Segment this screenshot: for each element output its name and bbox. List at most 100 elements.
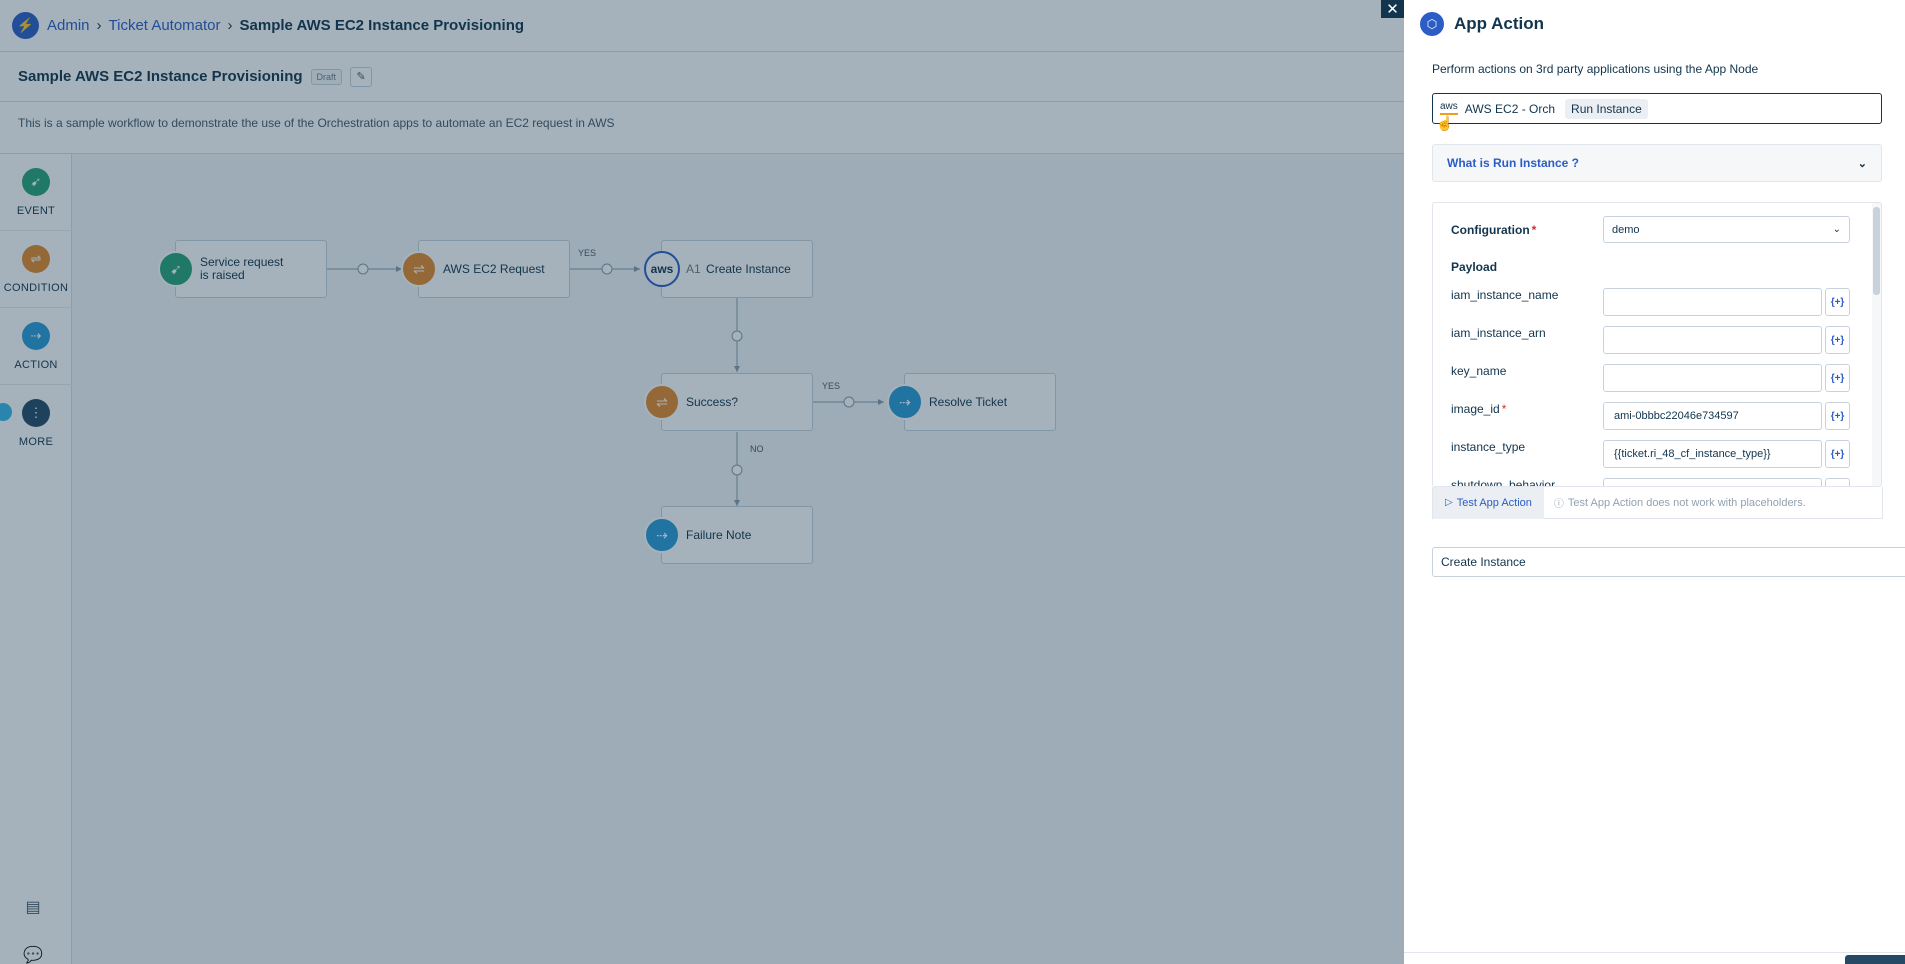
node-palette: ➹ EVENT ⇌ CONDITION ⇢ ACTION ⋮ MORE ▤ 💬: [0, 154, 72, 964]
edge-label-yes: YES: [822, 381, 841, 391]
breadcrumb-admin[interactable]: Admin: [47, 17, 90, 34]
palette-condition[interactable]: ⇌ CONDITION: [0, 231, 72, 308]
insert-placeholder-button[interactable]: {+}: [1825, 478, 1850, 486]
notes-icon[interactable]: ▤: [22, 896, 44, 918]
app-action-panel: ⬡ App Action Perform actions on 3rd part…: [1404, 0, 1905, 964]
node-event[interactable]: ➹ Service request is raised: [158, 240, 327, 298]
palette-action[interactable]: ⇢ ACTION: [0, 308, 72, 385]
field-label: instance_type: [1451, 440, 1526, 454]
scrollbar-thumb[interactable]: [1873, 207, 1880, 295]
panel-header: ⬡ App Action: [1420, 12, 1544, 36]
palette-event[interactable]: ➹ EVENT: [0, 154, 72, 231]
field-label: iam_instance_name: [1451, 288, 1559, 302]
condition-icon: ⇌: [644, 384, 680, 420]
node-aws-ec2-request[interactable]: ⇌ AWS EC2 Request: [401, 240, 570, 298]
panel-subtitle: Perform actions on 3rd party application…: [1432, 62, 1759, 76]
action-icon: ⇢: [22, 322, 50, 350]
what-is-accordion[interactable]: What is Run Instance ? ⌄: [1432, 144, 1882, 182]
play-icon: ▷: [1445, 497, 1453, 508]
breadcrumb-current: Sample AWS EC2 Instance Provisioning: [239, 17, 525, 34]
form-scrollbar[interactable]: [1872, 203, 1881, 486]
image-id-input[interactable]: ami-0bbbc22046e734597: [1603, 402, 1822, 430]
pencil-icon: ✎: [356, 71, 366, 83]
aws-logo-icon: aws: [1440, 102, 1458, 115]
event-icon: ➹: [22, 168, 50, 196]
workflow-description: This is a sample workflow to demonstrate…: [0, 102, 1404, 154]
node-create-instance-text: Create Instance: [706, 261, 791, 276]
action-form-scroll[interactable]: Configuration * demo ⌄ Payload iam_instan…: [1433, 203, 1873, 486]
chat-icon[interactable]: 💬: [22, 944, 44, 964]
condition-icon: ⇌: [401, 251, 437, 287]
status-badge: Draft: [310, 68, 343, 85]
field-label: image_id *: [1451, 402, 1507, 416]
panel-footer: [1404, 952, 1905, 964]
cube-icon: ⬡: [1420, 12, 1444, 36]
insert-placeholder-button[interactable]: {+}: [1825, 440, 1850, 468]
selected-app: AWS EC2 - Orch: [1464, 101, 1556, 116]
palette-more[interactable]: ⋮ MORE: [0, 385, 72, 462]
condition-icon: ⇌: [22, 245, 50, 273]
field-label: iam_instance_arn: [1451, 326, 1546, 340]
hand-cursor-icon: ☝: [1436, 115, 1454, 131]
workflow-canvas[interactable]: YES YES NO ➹ Service request is raised ⇌…: [72, 154, 1404, 964]
test-app-action-button[interactable]: ▷ Test App Action: [1433, 486, 1544, 519]
info-icon: ⓘ: [1553, 499, 1564, 510]
workflow-title: Sample AWS EC2 Instance Provisioning: [18, 68, 303, 85]
insert-placeholder-button[interactable]: {+}: [1825, 288, 1850, 316]
instance-type-input[interactable]: {{ticket.ri_48_cf_instance_type}}: [1603, 440, 1822, 468]
chevron-right-icon: ›: [96, 17, 102, 34]
panel-title: App Action: [1454, 14, 1545, 33]
close-icon: ✕: [1386, 1, 1399, 18]
test-note-text: Test App Action does not work with place…: [1567, 496, 1806, 509]
what-is-label: What is Run Instance ?: [1447, 156, 1580, 170]
node-failure-note[interactable]: ⇢ Failure Note: [644, 506, 813, 564]
node-success-condition[interactable]: ⇌ Success?: [644, 373, 813, 431]
palette-action-label: ACTION: [14, 359, 58, 371]
node-name-input[interactable]: Create Instance: [1432, 547, 1905, 577]
app-logo-icon[interactable]: ⚡: [12, 12, 39, 39]
edit-title-button[interactable]: ✎: [350, 66, 373, 87]
key-name-input[interactable]: [1603, 364, 1822, 392]
node-create-instance-label: A1 Create Instance: [662, 261, 791, 276]
test-app-action-label: Test App Action: [1456, 496, 1532, 509]
node-create-instance[interactable]: aws A1 Create Instance: [644, 240, 813, 298]
field-row-iam-instance-arn: iam_instance_arn {+}: [1433, 326, 1873, 356]
insert-placeholder-button[interactable]: {+}: [1825, 326, 1850, 354]
field-row-key-name: key_name {+}: [1433, 364, 1873, 394]
configuration-value: demo: [1612, 223, 1640, 236]
breadcrumb: Admin › Ticket Automator › Sample AWS EC…: [47, 17, 524, 34]
save-button[interactable]: [1845, 955, 1905, 964]
iam-instance-name-input[interactable]: [1603, 288, 1822, 316]
palette-event-label: EVENT: [16, 205, 56, 217]
workflow-title-bar: Sample AWS EC2 Instance Provisioning Dra…: [0, 52, 1404, 102]
node-resolve-ticket[interactable]: ⇢ Resolve Ticket: [887, 373, 1056, 431]
palette-condition-label: CONDITION: [3, 282, 69, 294]
node-aws-ec2-request-label: AWS EC2 Request: [443, 261, 545, 276]
workflow-editor: ⚡ Admin › Ticket Automator › Sample AWS …: [0, 0, 1404, 964]
field-row-iam-instance-name: iam_instance_name {+}: [1433, 288, 1873, 318]
insert-placeholder-button[interactable]: {+}: [1825, 402, 1850, 430]
top-bar: ⚡ Admin › Ticket Automator › Sample AWS …: [0, 0, 1404, 52]
more-icon: ⋮: [22, 399, 50, 427]
close-panel-button[interactable]: ✕: [1381, 0, 1404, 18]
iam-instance-arn-input[interactable]: [1603, 326, 1822, 354]
chevron-right-icon: ›: [227, 17, 233, 34]
action-form: Configuration * demo ⌄ Payload iam_instan…: [1432, 202, 1882, 487]
configuration-select[interactable]: demo ⌄: [1603, 216, 1850, 243]
selected-action-chip[interactable]: Run Instance: [1565, 98, 1648, 119]
insert-placeholder-button[interactable]: {+}: [1825, 364, 1850, 392]
shutdown-behavior-input[interactable]: [1603, 478, 1822, 486]
chevron-down-icon: ⌄: [1832, 224, 1841, 235]
edge-label-no: NO: [750, 444, 764, 454]
test-note: ⓘ Test App Action does not work with pla…: [1553, 495, 1806, 511]
node-step-number: A1: [686, 261, 701, 276]
aws-logo-icon: aws: [644, 251, 680, 287]
app-action-selector[interactable]: aws AWS EC2 - Orch Run Instance: [1432, 93, 1882, 124]
palette-more-label: MORE: [18, 436, 54, 448]
action-icon: ⇢: [887, 384, 923, 420]
field-row-instance-type: instance_type {{ticket.ri_48_cf_instance…: [1433, 440, 1873, 470]
test-action-bar: ▷ Test App Action ⓘ Test App Action does…: [1432, 486, 1883, 519]
breadcrumb-ticket-automator[interactable]: Ticket Automator: [109, 17, 221, 34]
field-row-image-id: image_id * ami-0bbbc22046e734597 {+}: [1433, 402, 1873, 432]
payload-label: Payload: [1451, 260, 1498, 274]
